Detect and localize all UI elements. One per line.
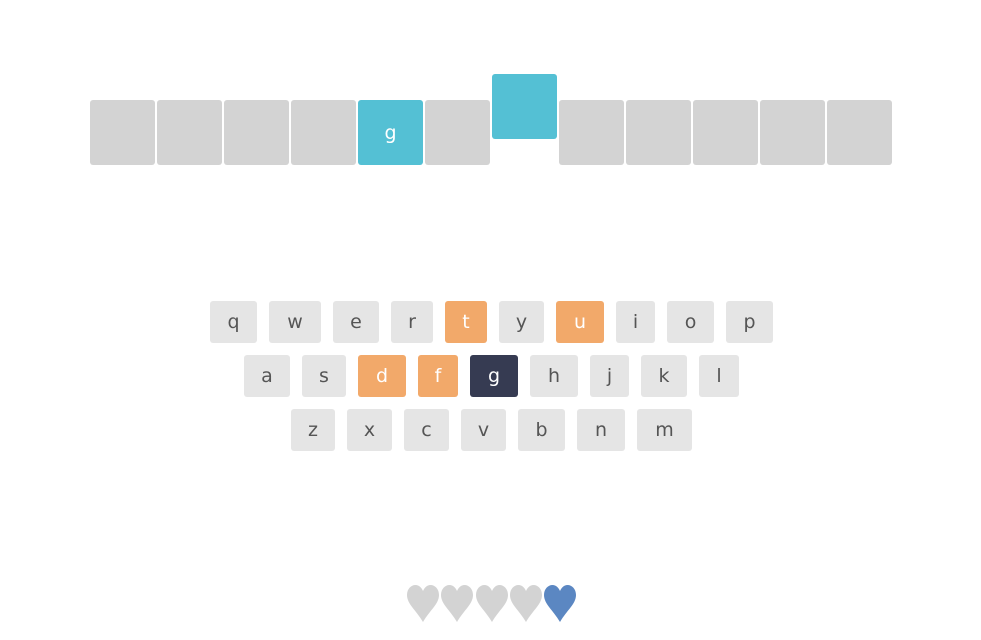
lives-indicator: [406, 584, 581, 628]
key-j[interactable]: j: [590, 355, 629, 397]
key-q[interactable]: q: [210, 301, 257, 343]
key-c[interactable]: c: [404, 409, 449, 451]
on-screen-keyboard: q w e r t y u i o p a s d f g h j k l z …: [0, 0, 981, 640]
key-f[interactable]: f: [418, 355, 458, 397]
key-x[interactable]: x: [347, 409, 392, 451]
key-w[interactable]: w: [269, 301, 321, 343]
heart-icon-lost: [407, 585, 439, 622]
key-u[interactable]: u: [556, 301, 604, 343]
key-d[interactable]: d: [358, 355, 406, 397]
key-g[interactable]: g: [470, 355, 518, 397]
key-e[interactable]: e: [333, 301, 379, 343]
heart-icon-lost: [510, 585, 542, 622]
key-z[interactable]: z: [291, 409, 335, 451]
key-p[interactable]: p: [726, 301, 773, 343]
key-b[interactable]: b: [518, 409, 565, 451]
key-v[interactable]: v: [461, 409, 506, 451]
key-l[interactable]: l: [699, 355, 739, 397]
heart-icon-lost: [441, 585, 473, 622]
key-o[interactable]: o: [667, 301, 714, 343]
key-k[interactable]: k: [641, 355, 687, 397]
key-r[interactable]: r: [391, 301, 433, 343]
key-i[interactable]: i: [616, 301, 655, 343]
key-a[interactable]: a: [244, 355, 290, 397]
heart-icon-remaining: [544, 585, 576, 622]
key-s[interactable]: s: [302, 355, 346, 397]
key-y[interactable]: y: [499, 301, 544, 343]
key-h[interactable]: h: [530, 355, 578, 397]
key-m[interactable]: m: [637, 409, 692, 451]
key-n[interactable]: n: [577, 409, 625, 451]
heart-icon-lost: [476, 585, 508, 622]
key-t[interactable]: t: [445, 301, 487, 343]
